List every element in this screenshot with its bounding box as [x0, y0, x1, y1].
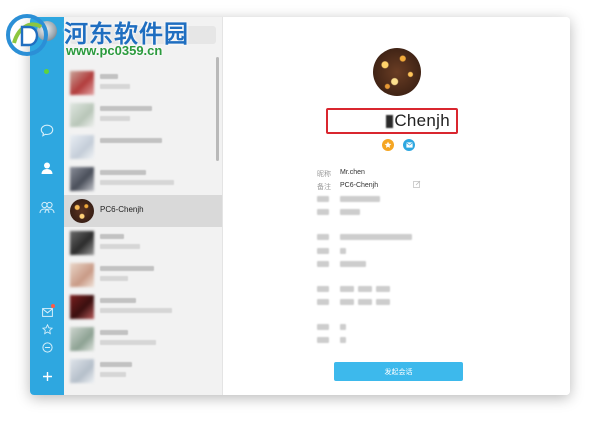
profile-name-highlight: Chenjh — [326, 108, 458, 134]
nickname-label: 昵称 — [317, 171, 331, 178]
contact-avatar — [70, 167, 94, 191]
contact-preview-blurred — [100, 372, 126, 377]
contact-avatar — [70, 135, 94, 159]
field-value-blurred — [340, 261, 366, 267]
chat-icon[interactable] — [39, 122, 55, 138]
contact-avatar — [70, 327, 94, 351]
field-value-blurred — [340, 337, 346, 343]
profile-display-name: Chenjh — [394, 111, 450, 130]
contact-name-blurred — [100, 106, 152, 111]
send-mail-button[interactable] — [403, 139, 415, 151]
mail-icon — [405, 142, 413, 148]
field-value-blurred — [340, 196, 380, 202]
contact-row[interactable] — [64, 355, 222, 387]
field-label-blurred — [317, 234, 329, 240]
field-value-blurred — [340, 209, 360, 215]
contact-name-blurred — [100, 234, 124, 239]
contact-row-selected[interactable]: PC6-Chenjh — [64, 195, 222, 227]
watermark-url: www.pc0359.cn — [66, 43, 163, 58]
remark-label: 备注 — [317, 184, 331, 191]
contact-row[interactable] — [64, 227, 222, 259]
contact-preview-blurred — [100, 276, 128, 281]
star-icon[interactable] — [39, 321, 55, 337]
contact-row[interactable] — [64, 323, 222, 355]
profile-avatar — [373, 48, 421, 96]
nav-rail — [30, 17, 64, 395]
contact-name-blurred — [100, 266, 154, 271]
contact-avatar — [70, 103, 94, 127]
contact-preview-blurred — [100, 180, 174, 185]
contact-name-blurred — [100, 138, 162, 143]
contact-preview-blurred — [100, 244, 140, 249]
field-label-blurred — [317, 299, 329, 305]
contact-avatar — [70, 199, 94, 223]
contact-row[interactable] — [64, 291, 222, 323]
unread-badge — [51, 304, 55, 308]
star-contact-button[interactable] — [382, 139, 394, 151]
minus-circle-icon[interactable] — [39, 339, 55, 355]
online-status-dot — [44, 69, 49, 74]
field-value-blurred — [340, 324, 346, 330]
contact-preview-blurred — [100, 308, 172, 313]
field-label-blurred — [317, 324, 329, 330]
contact-name-blurred — [100, 74, 118, 79]
field-value-blurred — [340, 286, 354, 292]
field-label-blurred — [317, 286, 329, 292]
field-label-blurred — [317, 248, 329, 254]
edit-icon[interactable] — [413, 180, 421, 188]
field-label-blurred — [317, 261, 329, 267]
field-value-blurred — [340, 299, 354, 305]
remark-value: PC6-Chenjh — [340, 182, 379, 189]
field-value-blurred — [340, 248, 346, 254]
contact-avatar — [70, 71, 94, 95]
contact-list: PC6-Chenjh — [64, 17, 223, 395]
plus-icon[interactable] — [39, 368, 55, 384]
field-value-blurred — [340, 234, 412, 240]
chat-app-window: PC6-Chenjh Chenjh 昵称 Mr.chen 备注 PC6-Chen… — [30, 17, 570, 395]
contact-row[interactable] — [64, 163, 222, 195]
group-icon[interactable] — [39, 199, 55, 215]
start-chat-button[interactable]: 发起会话 — [334, 362, 463, 381]
contact-name-blurred — [100, 298, 136, 303]
contact-row[interactable] — [64, 131, 222, 163]
mail-icon[interactable] — [39, 304, 55, 320]
contact-name-blurred — [100, 170, 146, 175]
contact-name: PC6-Chenjh — [100, 205, 144, 214]
watermark-logo-icon — [6, 14, 48, 56]
field-value-blurred — [358, 299, 372, 305]
contact-name-blurred — [100, 330, 128, 335]
field-value-blurred — [376, 299, 390, 305]
contact-preview-blurred — [100, 116, 130, 121]
contact-row[interactable] — [64, 99, 222, 131]
contact-avatar — [70, 263, 94, 287]
contact-avatar — [70, 359, 94, 383]
field-label-blurred — [317, 209, 329, 215]
contacts-icon[interactable] — [39, 160, 55, 176]
name-pixelated-char — [386, 114, 394, 128]
star-icon — [384, 141, 392, 148]
contact-preview-blurred — [100, 340, 156, 345]
field-value-blurred — [376, 286, 390, 292]
contact-row[interactable] — [64, 67, 222, 99]
contact-avatar — [70, 231, 94, 255]
nickname-value: Mr.chen — [340, 169, 365, 176]
field-label-blurred — [317, 196, 329, 202]
contact-avatar — [70, 295, 94, 319]
contact-preview-blurred — [100, 84, 130, 89]
field-label-blurred — [317, 337, 329, 343]
contact-name-blurred — [100, 362, 132, 367]
field-value-blurred — [358, 286, 372, 292]
contact-row[interactable] — [64, 259, 222, 291]
profile-panel: Chenjh 昵称 Mr.chen 备注 PC6-Chenjh 发起会话 — [223, 17, 570, 395]
